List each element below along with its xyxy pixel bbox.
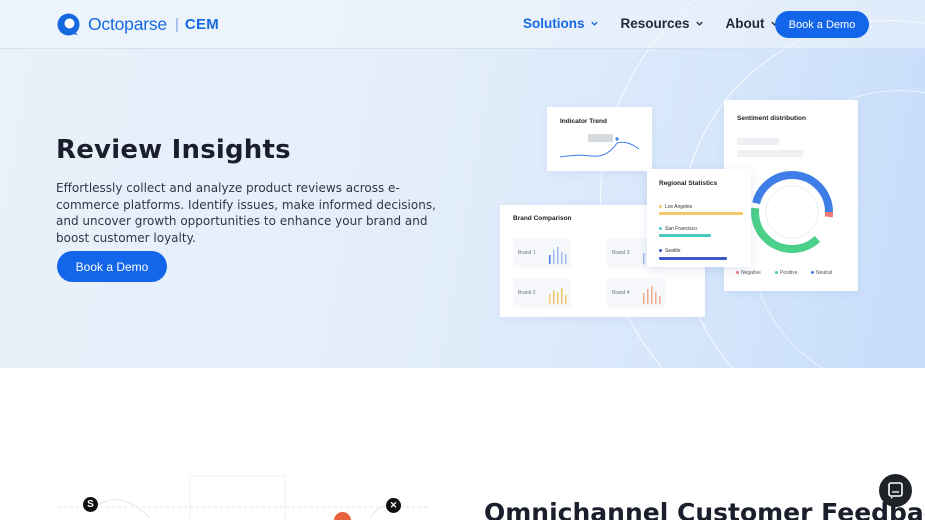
legend-positive: Positive	[775, 270, 798, 276]
card-title: Regional Statistics	[659, 180, 718, 187]
hero-book-demo-button[interactable]: Book a Demo	[57, 251, 167, 282]
region-bar	[659, 212, 743, 215]
legend-label: Positive	[780, 270, 798, 276]
brand-separator: |	[174, 16, 179, 33]
region-label: San Francisco	[665, 226, 697, 232]
chevron-down-icon	[590, 21, 598, 26]
s-icon: S	[83, 497, 98, 512]
indicator-trend-card: Indicator Trend	[547, 107, 652, 171]
main-nav: Solutions Resources About	[523, 16, 801, 31]
nav-item-about[interactable]: About	[726, 16, 779, 31]
hero-description: Effortlessly collect and analyze product…	[56, 181, 436, 245]
chevron-down-icon	[695, 21, 703, 26]
nav-label: About	[725, 16, 765, 31]
region-label: Los Angeles	[665, 204, 693, 210]
region-row: Los Angeles	[659, 204, 692, 210]
brand-sub: CEM	[184, 16, 220, 33]
regional-statistics-card: Regional Statistics Los Angeles San Fran…	[647, 169, 751, 267]
nav-item-solutions[interactable]: Solutions	[523, 16, 599, 31]
brand-tile: Brand 1	[513, 238, 571, 268]
legend-label: Neutral	[816, 270, 833, 276]
x-icon: ✕	[386, 498, 401, 513]
brand-logo[interactable]: Octoparse | CEM	[56, 12, 219, 37]
section-title: Omnichannel Customer Feedback	[484, 498, 925, 520]
region-row: San Francisco	[659, 226, 697, 232]
brand-tile: Brand 4	[607, 278, 665, 308]
region-bar	[659, 234, 711, 237]
nav-item-resources[interactable]: Resources	[621, 16, 704, 31]
chat-icon	[888, 482, 903, 499]
top-navbar: Octoparse | CEM Solutions Resources Abou…	[0, 0, 925, 49]
region-label: Seattle	[665, 248, 681, 254]
page-title: Review Insights	[56, 135, 291, 165]
chat-button[interactable]	[879, 474, 912, 507]
region-row: Seattle	[659, 248, 681, 254]
brand-tile: Brand 2	[513, 278, 571, 308]
brand-name: Octoparse	[88, 14, 167, 34]
nav-label: Resources	[620, 16, 690, 31]
nav-book-demo-button[interactable]: Book a Demo	[775, 11, 869, 38]
legend-negative: Negative	[736, 270, 761, 276]
legend-neutral: Neutral	[811, 270, 832, 276]
nav-label: Solutions	[523, 16, 585, 31]
card-title: Brand Comparison	[513, 215, 572, 222]
trend-line-graphic	[559, 134, 640, 158]
region-bar	[659, 257, 727, 260]
channel-network-graphic	[58, 475, 430, 520]
legend-label: Negative	[741, 270, 761, 276]
octoparse-logo-icon	[56, 12, 81, 37]
